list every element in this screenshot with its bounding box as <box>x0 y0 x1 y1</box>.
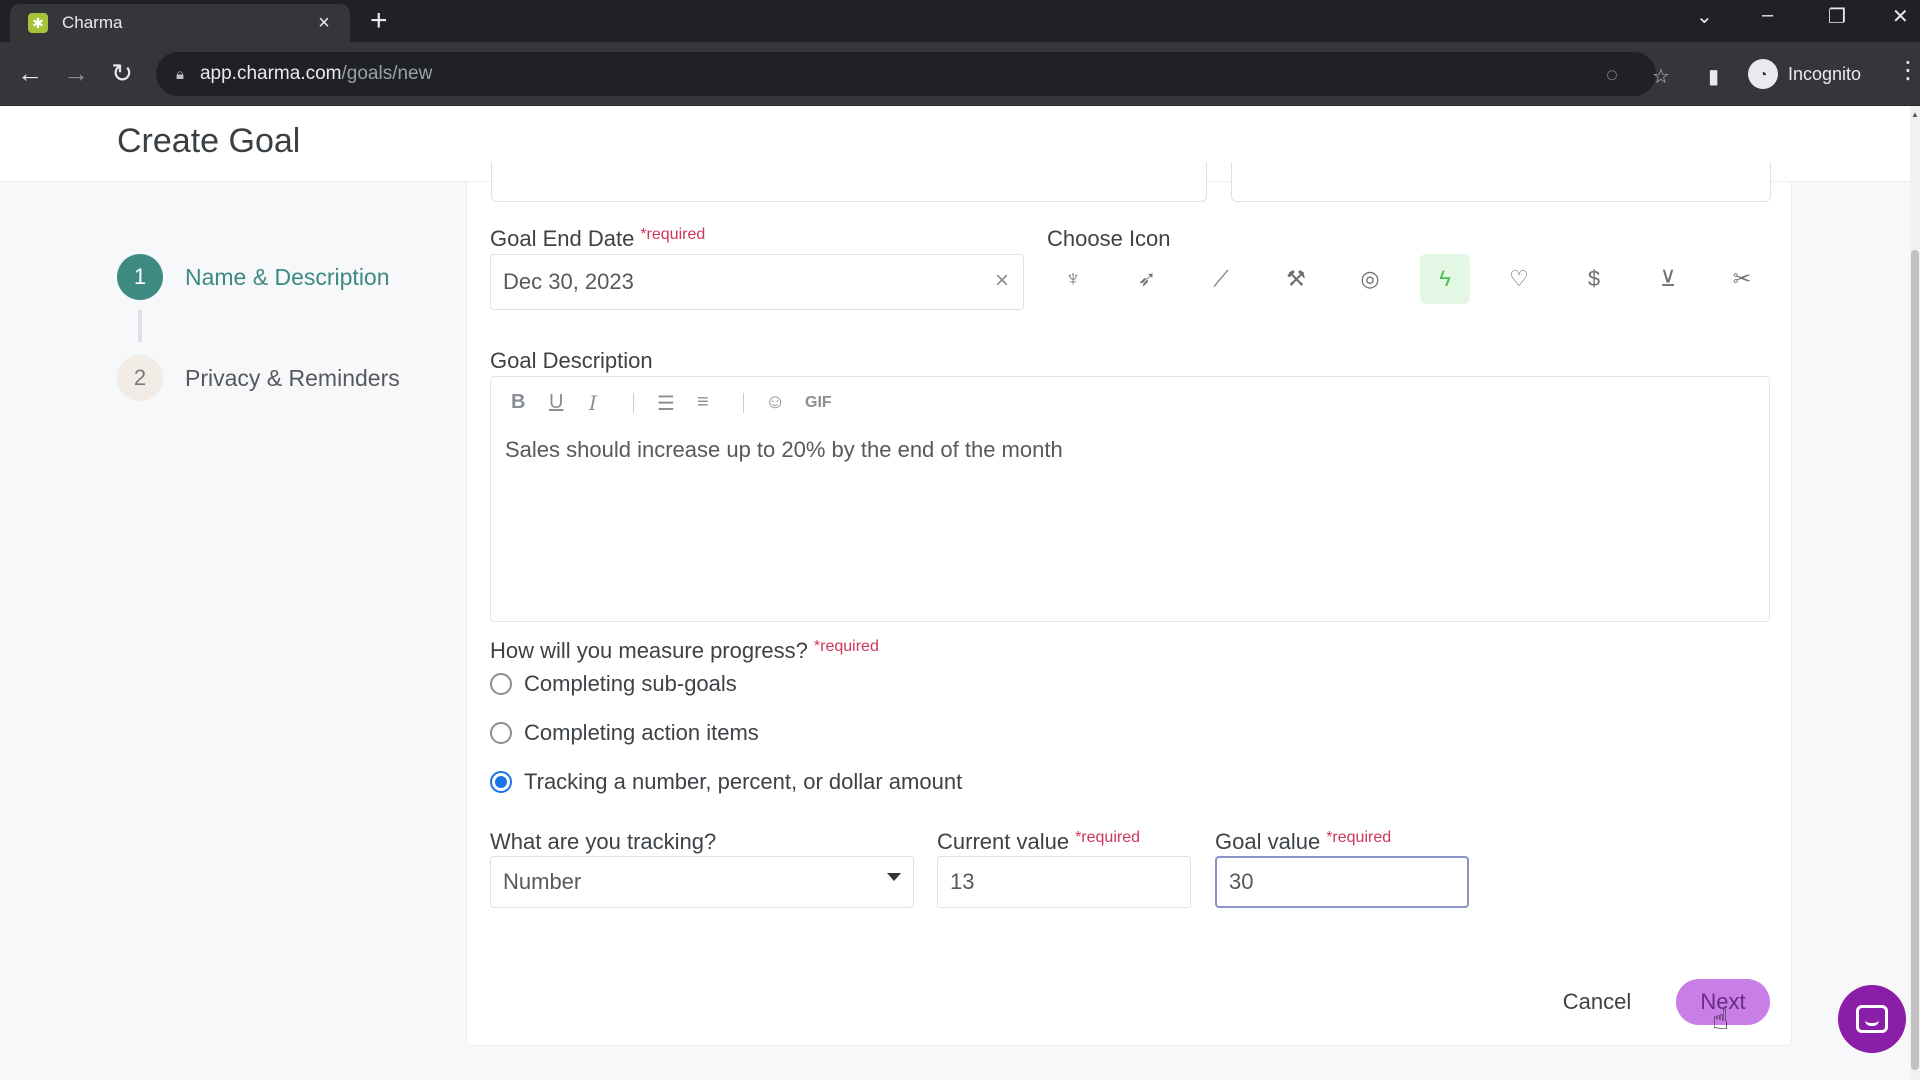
step-name-description[interactable]: 1 Name & Description <box>117 254 390 300</box>
measure-option-tracking[interactable]: Tracking a number, percent, or dollar am… <box>490 769 962 795</box>
tracking-select[interactable]: Number <box>490 856 914 908</box>
tracking-label: What are you tracking? <box>490 829 717 854</box>
tab-title: Charma <box>62 13 123 32</box>
measure-option-action-items[interactable]: Completing action items <box>490 720 759 746</box>
page-title: Create Goal <box>117 122 301 160</box>
step-label: Privacy & Reminders <box>185 364 400 391</box>
end-date-field[interactable]: Dec 30, 2023 × <box>490 254 1024 310</box>
radio-button[interactable] <box>490 673 512 695</box>
required-marker: *required <box>1075 829 1141 846</box>
back-icon[interactable]: ← <box>14 58 46 88</box>
step-number: 1 <box>117 254 163 300</box>
tab-search-icon[interactable]: ⌄ <box>1696 4 1713 29</box>
restore-icon[interactable]: ❐ <box>1828 4 1846 29</box>
side-panel-icon[interactable]: ▮ <box>1708 64 1719 89</box>
required-marker: *required <box>813 638 879 655</box>
browser-tab[interactable]: ✱ Charma × <box>10 4 350 42</box>
description-label: Goal Description <box>490 348 653 373</box>
step-number: 2 <box>117 355 163 401</box>
bullet-list-icon[interactable]: ☰ <box>657 391 675 416</box>
goal-value: 30 <box>1229 869 1254 894</box>
hand-cursor-icon: ☝ <box>1712 1004 1730 1035</box>
radio-label: Completing action items <box>524 720 759 745</box>
charma-logo-icon: ✱ <box>28 13 48 33</box>
goal-category-field[interactable] <box>1231 162 1771 202</box>
goal-value-label: Goal value *required <box>1215 829 1392 854</box>
hammer-icon[interactable]: ⚒ <box>1271 254 1321 304</box>
toolbar-divider <box>633 393 634 413</box>
required-marker: *required <box>1326 829 1392 846</box>
gif-button[interactable]: GIF <box>805 394 832 412</box>
telescope-icon[interactable]: ⟋ <box>1196 254 1246 304</box>
description-text: Sales should increase up to 20% by the e… <box>505 437 1063 462</box>
goal-value-input[interactable]: 30 <box>1215 856 1469 908</box>
description-editor[interactable]: B U I ☰ ≡ ☺ GIF Sales should increase up… <box>490 376 1770 622</box>
step-label: Name & Description <box>185 263 390 290</box>
end-date-label: Goal End Date *required <box>490 226 706 251</box>
incognito-icon: ◔ <box>1748 59 1778 89</box>
current-value-label: Current value *required <box>937 829 1141 854</box>
minimize-icon[interactable]: – <box>1762 4 1773 27</box>
eye-off-icon[interactable]: ◌ <box>1606 64 1618 87</box>
emoji-icon[interactable]: ☺ <box>765 391 785 414</box>
current-value: 13 <box>950 869 975 894</box>
new-tab-icon[interactable]: + <box>370 6 388 36</box>
address-bar[interactable]: 🔒︎ app.charma.com/goals/new ◌ ☆ <box>156 52 1670 96</box>
chevron-down-icon <box>887 873 901 881</box>
italic-icon[interactable]: I <box>589 391 597 415</box>
step-connector <box>138 310 142 342</box>
chat-icon <box>1856 1005 1888 1033</box>
radio-label: Tracking a number, percent, or dollar am… <box>524 769 963 794</box>
radio-button[interactable] <box>490 722 512 744</box>
trophy-icon[interactable]: ♆ <box>1048 254 1098 304</box>
measure-option-subgoals[interactable]: Completing sub-goals <box>490 671 737 697</box>
chat-widget-button[interactable] <box>1838 985 1906 1053</box>
dollar-coin-icon[interactable]: $ <box>1569 254 1619 304</box>
incognito-label: Incognito <box>1788 63 1862 84</box>
incognito-profile[interactable]: ◔ Incognito <box>1748 52 1861 96</box>
close-icon[interactable]: × <box>312 12 336 35</box>
radio-button[interactable] <box>490 771 512 793</box>
forward-icon[interactable]: → <box>60 58 92 88</box>
menu-icon[interactable]: ⋮ <box>1896 56 1920 85</box>
step-privacy-reminders[interactable]: 2 Privacy & Reminders <box>117 355 400 401</box>
rocket-icon[interactable]: ➶ <box>1122 254 1172 304</box>
underline-icon[interactable]: U <box>549 391 563 414</box>
choose-icon-label: Choose Icon <box>1047 226 1171 251</box>
scrollbar-thumb[interactable] <box>1911 250 1919 1070</box>
scroll-up-icon[interactable]: ▲ <box>1910 110 1920 119</box>
star-icon[interactable]: ☆ <box>1652 64 1670 89</box>
podium-icon[interactable]: ⊻ <box>1643 254 1693 304</box>
radio-label: Completing sub-goals <box>524 671 737 696</box>
reload-icon[interactable]: ↻ <box>106 58 138 88</box>
bold-icon[interactable]: B <box>511 391 525 414</box>
measure-label: How will you measure progress? *required <box>490 638 879 663</box>
browser-tab-bar: ✱ Charma × + ⌄ – ❐ ✕ <box>0 0 1920 42</box>
clear-date-icon[interactable]: × <box>995 267 1009 295</box>
current-value-input[interactable]: 13 <box>937 856 1191 908</box>
required-marker: *required <box>640 226 706 243</box>
url-path: /goals/new <box>341 63 433 84</box>
end-date-value: Dec 30, 2023 <box>503 269 634 294</box>
tracking-value: Number <box>503 869 582 894</box>
toolbar-divider <box>743 393 744 413</box>
lightning-icon[interactable]: ϟ <box>1420 254 1470 304</box>
url-host: app.charma.com <box>199 63 342 84</box>
heart-icon[interactable]: ♡ <box>1494 254 1544 304</box>
lock-icon: 🔒︎ <box>176 65 184 83</box>
browser-toolbar: ← → ↻ 🔒︎ app.charma.com/goals/new ◌ ☆ ▮ … <box>0 42 1920 106</box>
apple-icon[interactable]: ◎ <box>1345 254 1395 304</box>
window-close-icon[interactable]: ✕ <box>1892 4 1909 29</box>
numbered-list-icon[interactable]: ≡ <box>697 391 709 414</box>
cancel-button[interactable]: Cancel <box>1548 980 1646 1024</box>
scissors-icon[interactable]: ✂ <box>1717 254 1767 304</box>
goal-name-field[interactable] <box>491 162 1207 202</box>
